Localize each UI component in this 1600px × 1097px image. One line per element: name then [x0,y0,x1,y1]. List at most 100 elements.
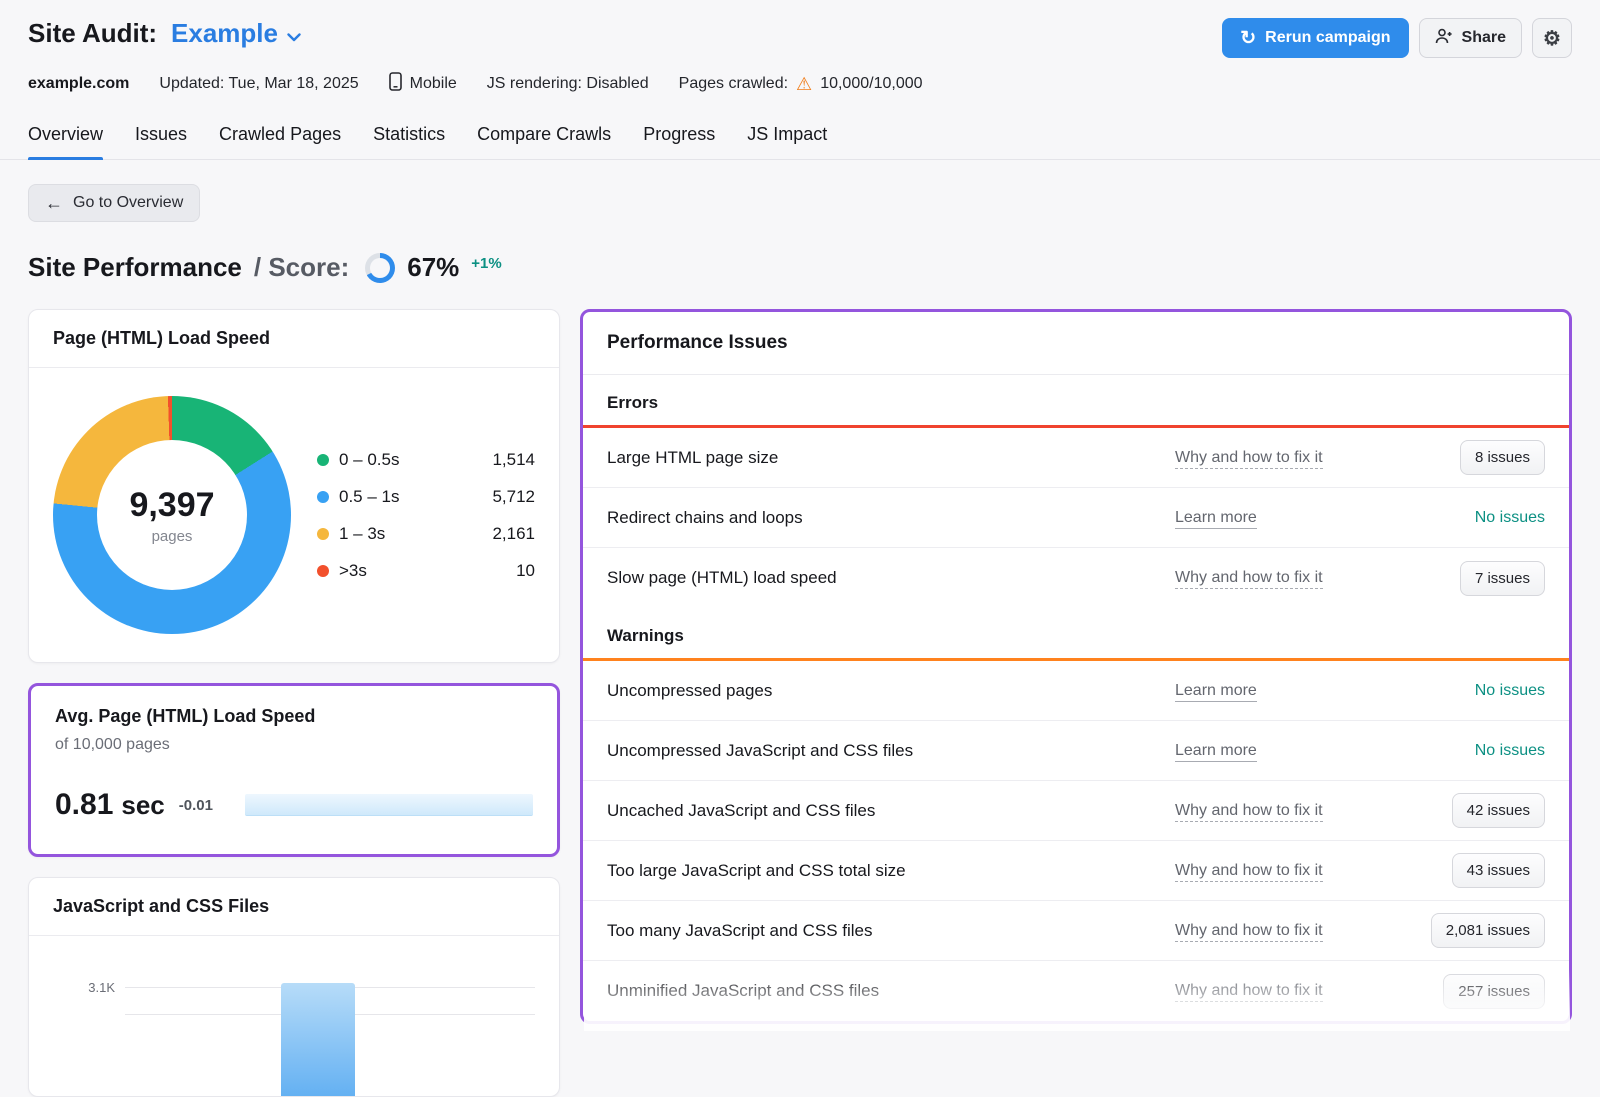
issue-help-link[interactable]: Why and how to fix it [1175,802,1323,822]
domain-label: example.com [28,75,129,93]
load-speed-card-title: Page (HTML) Load Speed [29,310,559,368]
load-speed-card: Page (HTML) Load Speed 9,397 pages 0 – 0… [28,309,560,663]
issue-help-link[interactable]: Why and how to fix it [1175,449,1323,469]
rerun-campaign-button[interactable]: ↻ Rerun campaign [1222,18,1408,58]
tab-crawled-pages[interactable]: Crawled Pages [219,124,341,159]
issue-row: Large HTML page size Why and how to fix … [583,428,1569,488]
issue-row: Slow page (HTML) load speed Why and how … [583,548,1569,608]
rerun-label: Rerun campaign [1265,29,1390,47]
legend-dot [317,454,329,466]
avg-speed-delta: -0.01 [179,797,213,814]
donut-center: 9,397 pages [97,440,247,590]
header-actions: ↻ Rerun campaign Share ⚙ [1222,18,1572,58]
updated-label: Updated: Tue, Mar 18, 2025 [159,75,358,93]
back-label: Go to Overview [73,194,183,212]
score-label: / Score: [254,252,349,283]
tab-overview[interactable]: Overview [28,124,103,159]
performance-issues-panel: Performance Issues Errors Large HTML pag… [580,309,1572,1024]
js-css-card-title: JavaScript and CSS Files [29,878,559,936]
legend-label: 0.5 – 1s [339,487,473,507]
settings-button[interactable]: ⚙ [1532,18,1572,58]
gear-icon: ⚙ [1543,26,1561,51]
issue-label: Too large JavaScript and CSS total size [607,861,1175,881]
y-axis-tick: 3.1K [53,980,115,995]
tab-js-impact[interactable]: JS Impact [747,124,827,159]
section-title: Site Performance [28,252,242,283]
js-css-chart: 3.1K [29,936,559,1096]
avg-card-subtitle: of 10,000 pages [55,736,533,754]
avg-card-title: Avg. Page (HTML) Load Speed [55,706,533,727]
issue-label: Unminified JavaScript and CSS files [607,981,1175,1001]
project-name: Example [171,18,278,49]
issue-label: Uncompressed pages [607,681,1175,701]
legend-label: >3s [339,561,473,581]
device-text: Mobile [410,75,457,93]
issue-row: Uncached JavaScript and CSS files Why an… [583,781,1569,841]
avg-load-speed-card: Avg. Page (HTML) Load Speed of 10,000 pa… [28,683,560,857]
no-issues-text: No issues [1475,682,1545,700]
donut-total-pages: 9,397 [129,486,214,525]
js-css-files-card: JavaScript and CSS Files 3.1K [28,877,560,1097]
issue-label: Uncompressed JavaScript and CSS files [607,741,1175,761]
left-column: Page (HTML) Load Speed 9,397 pages 0 – 0… [28,309,560,1097]
pages-crawled-value: 10,000/10,000 [820,75,922,93]
issue-count-badge[interactable]: 2,081 issues [1431,913,1545,948]
issue-label: Redirect chains and loops [607,508,1175,528]
donut-total-label: pages [152,528,193,545]
avg-speed-bar [245,794,533,816]
issue-help-link[interactable]: Why and how to fix it [1175,569,1323,589]
site-performance-heading: Site Performance / Score: 67% +1% [28,252,1572,283]
no-issues-text: No issues [1475,509,1545,527]
legend-value: 5,712 [483,487,535,507]
tab-progress[interactable]: Progress [643,124,715,159]
project-dropdown[interactable]: Example [171,18,301,49]
pages-crawled-label: Pages crawled: [679,75,788,93]
issue-label: Large HTML page size [607,448,1175,468]
issue-count-badge[interactable]: 7 issues [1460,561,1545,596]
issue-label: Uncached JavaScript and CSS files [607,801,1175,821]
score-value: 67% [407,252,459,283]
legend-dot [317,491,329,503]
legend-item: 1 – 3s 2,161 [317,524,535,544]
warning-triangle-icon: ⚠ [796,75,812,93]
warnings-section: Warnings Uncompressed pages Learn more N… [583,608,1569,1021]
issue-count-badge[interactable]: 42 issues [1452,793,1545,828]
legend-label: 1 – 3s [339,524,473,544]
issue-count-badge[interactable]: 43 issues [1452,853,1545,888]
issue-help-link[interactable]: Why and how to fix it [1175,862,1323,882]
legend-item: >3s 10 [317,561,535,581]
issue-count-badge[interactable]: 257 issues [1443,974,1545,1009]
legend-value: 2,161 [483,524,535,544]
score-delta: +1% [471,255,501,272]
js-css-bar [281,983,355,1096]
issue-row: Too many JavaScript and CSS files Why an… [583,901,1569,961]
legend-item: 0 – 0.5s 1,514 [317,450,535,470]
share-button[interactable]: Share [1419,18,1522,58]
issue-help-link[interactable]: Why and how to fix it [1175,922,1323,942]
legend-value: 10 [483,561,535,581]
tab-compare-crawls[interactable]: Compare Crawls [477,124,611,159]
campaign-meta: example.com Updated: Tue, Mar 18, 2025 M… [0,58,1600,96]
issue-row: Uncompressed pages Learn more No issues [583,661,1569,721]
mobile-phone-icon [389,72,402,96]
issue-help-link[interactable]: Learn more [1175,509,1257,529]
tab-statistics[interactable]: Statistics [373,124,445,159]
device-label: Mobile [389,72,457,96]
refresh-icon: ↻ [1240,29,1256,48]
page-title: Site Audit: [28,18,157,49]
issue-help-link[interactable]: Why and how to fix it [1175,982,1323,1002]
issue-count-badge[interactable]: 8 issues [1460,440,1545,475]
score-ring-icon [365,253,395,283]
main-content: Page (HTML) Load Speed 9,397 pages 0 – 0… [0,283,1600,1097]
issue-row: Redirect chains and loops Learn more No … [583,488,1569,548]
errors-heading: Errors [583,375,1569,425]
load-speed-donut: 9,397 pages [53,396,291,634]
legend-value: 1,514 [483,450,535,470]
issue-label: Slow page (HTML) load speed [607,568,1175,588]
go-to-overview-button[interactable]: ← Go to Overview [28,184,200,222]
issue-help-link[interactable]: Learn more [1175,682,1257,702]
top-bar: Site Audit: Example ↻ Rerun campaign Sha… [0,0,1600,58]
back-arrow-icon: ← [45,194,63,212]
tab-issues[interactable]: Issues [135,124,187,159]
issue-help-link[interactable]: Learn more [1175,742,1257,762]
